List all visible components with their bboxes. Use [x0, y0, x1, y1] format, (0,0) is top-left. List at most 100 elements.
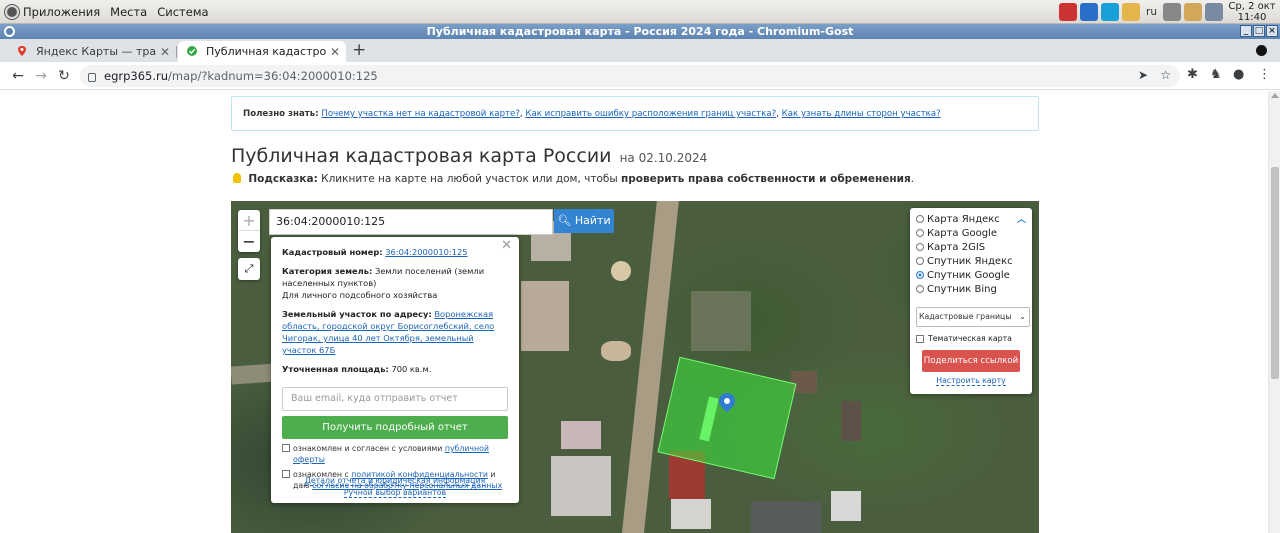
- thematic-map-label: Тематическая карта: [928, 334, 1012, 343]
- cadastral-number-label: Кадастровый номер:: [282, 247, 383, 257]
- radio[interactable]: [916, 229, 924, 237]
- cadastral-number-row: Кадастровый номер: 36:04:2000010:125: [282, 246, 508, 258]
- keyboard-layout-indicator[interactable]: ru: [1146, 6, 1157, 18]
- clipboard-icon[interactable]: [1184, 3, 1202, 21]
- report-details-link[interactable]: Детали отчета и юридическая информация: [304, 476, 486, 486]
- applications-menu-label: Приложения: [23, 4, 101, 19]
- page-title-text: Публичная кадастровая карта России: [231, 145, 612, 167]
- layer-option-yandex-satellite[interactable]: Спутник Яндекс: [916, 254, 1032, 268]
- places-menu[interactable]: Места: [105, 5, 152, 19]
- cadastral-search-input[interactable]: 36:04:2000010:125: [269, 209, 553, 235]
- url-path: /map/?kadnum=36:04:2000010:125: [168, 69, 378, 83]
- layer-option-google-satellite[interactable]: Спутник Google: [916, 268, 1032, 282]
- roof: [521, 281, 569, 351]
- link-fix-border-error[interactable]: Как исправить ошибку расположения границ…: [525, 109, 776, 119]
- scrollbar-thumb[interactable]: [1271, 167, 1279, 379]
- clock[interactable]: Ср, 2 окт 11:40: [1228, 1, 1276, 23]
- lock-icon[interactable]: [88, 72, 96, 82]
- close-tab-icon[interactable]: ✕: [160, 45, 170, 59]
- layer-option-label: Карта 2GIS: [927, 241, 986, 253]
- clock-date: Ср, 2 окт: [1228, 1, 1276, 12]
- radio[interactable]: [916, 285, 924, 293]
- link-side-lengths[interactable]: Как узнать длины сторон участка?: [782, 109, 941, 119]
- link-why-not-on-map[interactable]: Почему участка нет на кадастровой карте?: [321, 109, 520, 119]
- offer-consent-text: ознакомлен и согласен с условиями: [293, 444, 443, 453]
- extension-puzzle-icon[interactable]: ♞: [1210, 67, 1222, 82]
- thematic-map-row[interactable]: Тематическая карта: [916, 334, 1032, 343]
- address-bar[interactable]: egrp365.ru/map/?kadnum=36:04:2000010:125…: [80, 65, 1180, 87]
- maximize-button[interactable]: □: [1253, 25, 1265, 37]
- minimize-button[interactable]: _: [1240, 25, 1252, 37]
- sand-patch: [611, 261, 631, 281]
- network-icon[interactable]: [1205, 3, 1223, 21]
- layer-option-bing-satellite[interactable]: Спутник Bing: [916, 282, 1032, 296]
- page-scrollbar[interactable]: [1268, 91, 1280, 533]
- hint-end: .: [910, 173, 915, 185]
- search-icon: 🔍︎: [557, 214, 572, 227]
- zoom-in-button[interactable]: +: [238, 210, 260, 231]
- layer-option-google-map[interactable]: Карта Google: [916, 226, 1032, 240]
- scroll-up-arrow-icon[interactable]: [1271, 93, 1279, 98]
- tab-cadastral-map[interactable]: Публичная кадастровая ка ✕: [178, 41, 346, 62]
- radio[interactable]: [916, 257, 924, 265]
- layer-option-label: Карта Яндекс: [927, 213, 1000, 225]
- garden: [691, 291, 751, 351]
- collapse-chevron-up-icon[interactable]: ︿: [1017, 212, 1026, 225]
- tab-yandex-maps[interactable]: Яндекс Карты — транспо ✕: [8, 41, 177, 62]
- tab-label: Публичная кадастровая ка: [206, 45, 326, 58]
- map-layers-panel: ︿ Карта Яндекс Карта Google Карта 2GIS С…: [910, 208, 1032, 394]
- close-window-button[interactable]: ×: [1266, 25, 1278, 37]
- offer-consent-checkbox-row: ознакомлен и согласен с условиями публич…: [282, 443, 508, 465]
- new-tab-button[interactable]: +: [352, 41, 366, 59]
- useful-info-label: Полезно знать:: [243, 109, 319, 119]
- applications-menu[interactable]: Приложения: [0, 4, 105, 19]
- land-use-value: Для личного подсобного хозяйства: [282, 290, 438, 300]
- configure-map-link[interactable]: Настроить карту: [936, 376, 1006, 386]
- find-button[interactable]: 🔍︎ Найти: [554, 209, 614, 233]
- close-tab-icon[interactable]: ✕: [330, 45, 340, 59]
- notes-icon[interactable]: [1122, 3, 1141, 21]
- extensions-icon[interactable]: ✱: [1187, 67, 1198, 82]
- cadastral-map[interactable]: + − ⤢ 36:04:2000010:125 🔍︎ Найти ✕ Кадас…: [231, 201, 1039, 533]
- radio[interactable]: [916, 243, 924, 251]
- close-icon[interactable]: ✕: [501, 239, 512, 252]
- menu-kebab-icon[interactable]: ⋮: [1258, 67, 1271, 82]
- browser-toolbar: ← → ↻ egrp365.ru/map/?kadnum=36:04:20000…: [0, 62, 1280, 90]
- manual-selection-link[interactable]: Ручной выбор вариантов: [343, 488, 447, 498]
- account-icon[interactable]: ●: [1233, 67, 1244, 82]
- address-row: Земельный участок по адресу: Воронежская…: [282, 308, 508, 356]
- cadastral-number-link[interactable]: 36:04:2000010:125: [385, 247, 467, 257]
- layer-option-2gis-map[interactable]: Карта 2GIS: [916, 240, 1032, 254]
- radio[interactable]: [916, 215, 924, 223]
- k-app-icon[interactable]: [1101, 3, 1120, 21]
- zoom-out-button[interactable]: −: [238, 231, 260, 252]
- layer-option-label: Карта Google: [927, 227, 997, 239]
- thematic-map-checkbox[interactable]: [916, 334, 924, 343]
- hint-label: Подсказка:: [248, 173, 318, 185]
- get-report-button[interactable]: Получить подробный отчет: [282, 416, 508, 439]
- email-field[interactable]: Ваш email, куда отправить отчет: [282, 387, 508, 411]
- fullscreen-icon[interactable]: ⤢: [238, 258, 260, 280]
- share-link-button[interactable]: Поделиться ссылкой: [922, 350, 1020, 372]
- send-icon[interactable]: ➤: [1138, 68, 1148, 82]
- desktop-top-panel: Приложения Места Система ru Ср, 2 окт 11…: [0, 0, 1280, 24]
- map-pin-icon: [18, 46, 26, 56]
- back-button[interactable]: ←: [8, 66, 28, 86]
- tray-app-icon[interactable]: [1059, 3, 1078, 21]
- popup-footer-links: Детали отчета и юридическая информация Р…: [271, 475, 519, 499]
- chevron-down-icon: ⌄: [1019, 312, 1026, 321]
- bookmark-star-icon[interactable]: ☆: [1160, 68, 1171, 82]
- layer-option-yandex-map[interactable]: Карта Яндекс: [916, 212, 1032, 226]
- forward-button[interactable]: →: [31, 66, 51, 86]
- radio-selected[interactable]: [916, 271, 924, 279]
- overlay-select[interactable]: Кадастровые границы ⌄: [916, 307, 1030, 327]
- overlay-select-value: Кадастровые границы: [919, 312, 1012, 321]
- volume-icon[interactable]: [1163, 3, 1181, 21]
- reload-button[interactable]: ↻: [54, 66, 74, 86]
- emblem-icon[interactable]: [1080, 3, 1099, 21]
- sand-patch: [601, 341, 631, 361]
- page-title: Публичная кадастровая карта России на 02…: [231, 145, 707, 167]
- system-menu[interactable]: Система: [152, 5, 213, 19]
- offer-consent-checkbox[interactable]: [282, 444, 290, 452]
- profile-menu-icon[interactable]: [1256, 45, 1267, 56]
